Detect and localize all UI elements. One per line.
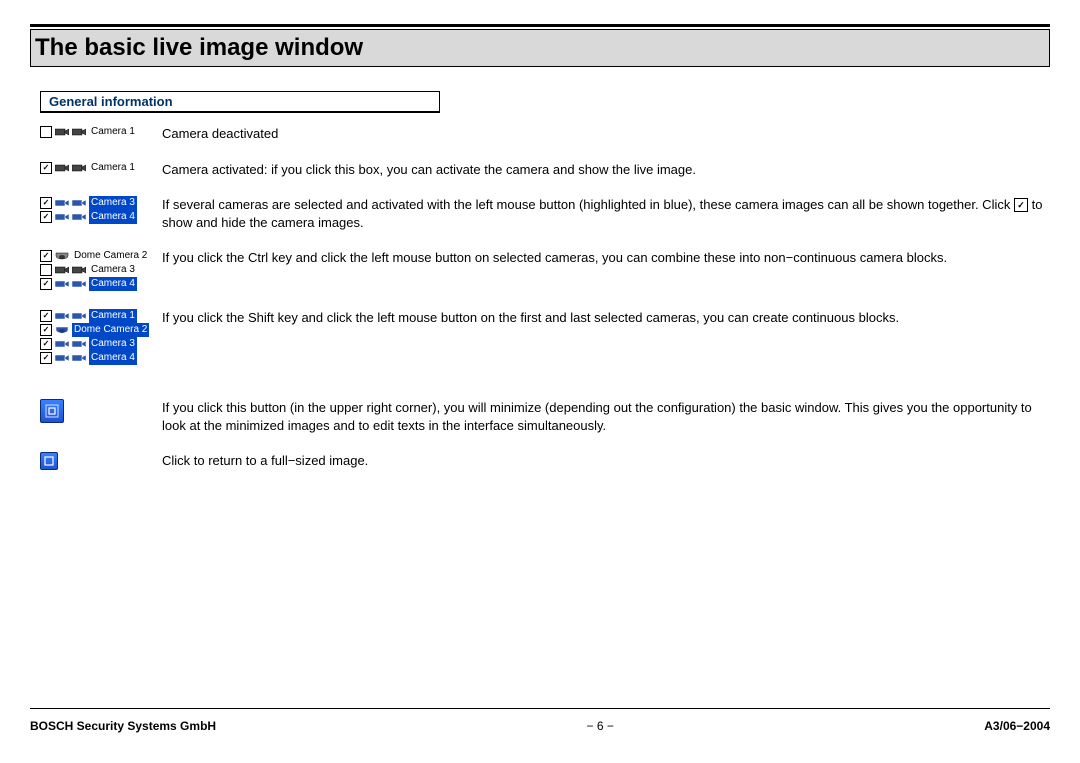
- checkbox-unchecked-icon: [40, 126, 52, 138]
- tree-item-label: Camera 3: [89, 337, 137, 351]
- tree-item-camera-4-selected: Camera 4: [40, 351, 162, 365]
- checkbox-checked-icon: [40, 197, 52, 209]
- tree-item-camera-3-selected: Camera 3: [40, 196, 162, 210]
- tree-item-dome-2: Dome Camera 2: [40, 249, 162, 263]
- minimize-window-icon: [40, 399, 64, 423]
- camera-icon: [55, 339, 69, 349]
- tree-item-camera-3: Camera 3: [40, 263, 162, 277]
- top-rule: [30, 24, 1050, 27]
- footer-company: BOSCH Security Systems GmbH: [30, 719, 216, 733]
- footer-page-number: − 6 −: [586, 719, 613, 733]
- checkbox-inline-icon: [1014, 198, 1028, 212]
- checkbox-checked-icon: [40, 162, 52, 174]
- desc-camera-activated: Camera activated: if you click this box,…: [162, 161, 1050, 179]
- content: Camera 1 Camera deactivated Camera 1 Cam: [40, 125, 1050, 470]
- footer-doc-id: A3/06−2004: [984, 719, 1050, 733]
- desc-camera-deactivated: Camera deactivated: [162, 125, 1050, 143]
- camera-icon: [72, 198, 86, 208]
- footer: BOSCH Security Systems GmbH − 6 − A3/06−…: [30, 708, 1050, 733]
- row-restore: Click to return to a full−sized image.: [40, 452, 1050, 470]
- row-multi-select: Camera 3 Camera 4 If several cameras are…: [40, 196, 1050, 231]
- camera-icon: [55, 265, 69, 275]
- camera-icon: [72, 265, 86, 275]
- tree-item-label: Camera 1: [89, 161, 137, 175]
- desc-multi-select-a: If several cameras are selected and acti…: [162, 197, 1014, 212]
- section-header-general-information: General information: [40, 91, 440, 113]
- tree-item-label: Dome Camera 2: [72, 249, 149, 263]
- camera-icon: [72, 279, 86, 289]
- tree-item-label: Camera 4: [89, 210, 137, 224]
- tree-item-label: Camera 1: [89, 309, 137, 323]
- page-title: The basic live image window: [35, 34, 1045, 62]
- tree-item-label: Camera 4: [89, 351, 137, 365]
- tree-item-label: Camera 1: [89, 125, 137, 139]
- tree-item-label: Camera 3: [89, 196, 137, 210]
- desc-shift-select: If you click the Shift key and click the…: [162, 309, 1050, 327]
- tree-item-dome-2-selected: Dome Camera 2: [40, 323, 162, 337]
- row-camera-activated: Camera 1 Camera activated: if you click …: [40, 161, 1050, 179]
- tree-item-camera-4-selected: Camera 4: [40, 277, 162, 291]
- tree-ctrl-select: Dome Camera 2 Camera 3 Camera 4: [40, 249, 162, 291]
- checkbox-checked-icon: [40, 278, 52, 290]
- tree-camera-deactivated: Camera 1: [40, 125, 162, 139]
- row-shift-select: Camera 1 Dome Camera 2 Camera 3: [40, 309, 1050, 365]
- camera-icon: [72, 353, 86, 363]
- tree-multi-select: Camera 3 Camera 4: [40, 196, 162, 224]
- checkbox-unchecked-icon: [40, 264, 52, 276]
- tree-item-camera-1-selected: Camera 1: [40, 309, 162, 323]
- camera-icon: [55, 353, 69, 363]
- checkbox-checked-icon: [40, 250, 52, 262]
- tree-item-camera-3-selected: Camera 3: [40, 337, 162, 351]
- checkbox-checked-icon: [40, 352, 52, 364]
- restore-window-icon: [40, 452, 58, 470]
- footer-rule: [30, 708, 1050, 709]
- tree-item-camera-1-checked: Camera 1: [40, 161, 162, 175]
- camera-icon: [72, 163, 86, 173]
- row-camera-deactivated: Camera 1 Camera deactivated: [40, 125, 1050, 143]
- desc-multi-select: If several cameras are selected and acti…: [162, 196, 1050, 231]
- page-title-bar: The basic live image window: [30, 29, 1050, 67]
- camera-icon: [72, 339, 86, 349]
- camera-icon: [55, 198, 69, 208]
- camera-icon: [72, 127, 86, 137]
- checkbox-checked-icon: [40, 211, 52, 223]
- checkbox-checked-icon: [40, 310, 52, 322]
- tree-item-camera-4-selected: Camera 4: [40, 210, 162, 224]
- row-minimize: If you click this button (in the upper r…: [40, 399, 1050, 434]
- dome-camera-icon: [55, 325, 69, 335]
- camera-icon: [55, 127, 69, 137]
- dome-camera-icon: [55, 251, 69, 261]
- checkbox-checked-icon: [40, 324, 52, 336]
- camera-icon: [55, 279, 69, 289]
- camera-icon: [55, 163, 69, 173]
- tree-item-label: Camera 4: [89, 277, 137, 291]
- tree-camera-activated: Camera 1: [40, 161, 162, 175]
- tree-item-label: Dome Camera 2: [72, 323, 149, 337]
- camera-icon: [55, 311, 69, 321]
- tree-item-camera-1-unchecked: Camera 1: [40, 125, 162, 139]
- camera-icon: [72, 311, 86, 321]
- desc-minimize: If you click this button (in the upper r…: [162, 399, 1050, 434]
- desc-restore: Click to return to a full−sized image.: [162, 452, 1050, 470]
- tree-shift-select: Camera 1 Dome Camera 2 Camera 3: [40, 309, 162, 365]
- row-ctrl-select: Dome Camera 2 Camera 3 Camera 4: [40, 249, 1050, 291]
- camera-icon: [72, 212, 86, 222]
- tree-item-label: Camera 3: [89, 263, 137, 277]
- desc-ctrl-select: If you click the Ctrl key and click the …: [162, 249, 1050, 267]
- checkbox-checked-icon: [40, 338, 52, 350]
- camera-icon: [55, 212, 69, 222]
